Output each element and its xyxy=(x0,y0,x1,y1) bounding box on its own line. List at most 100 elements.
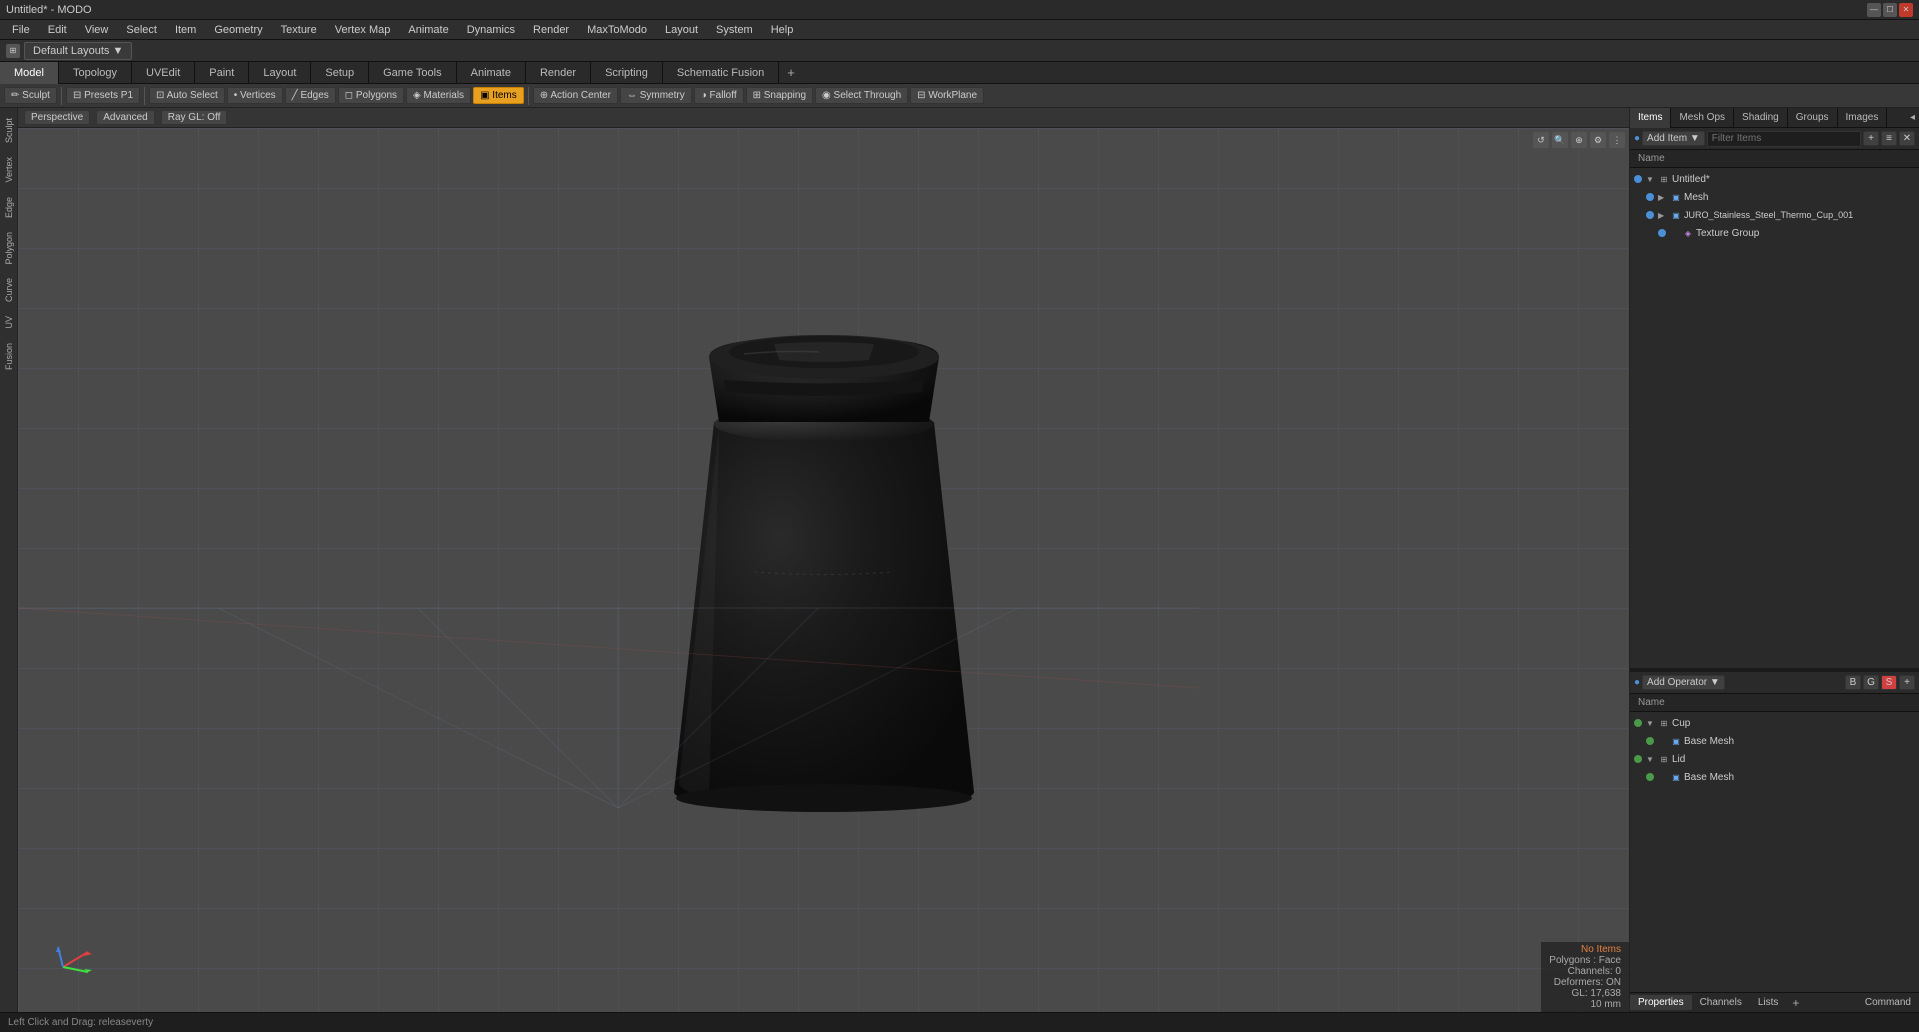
sidebar-tab-vertex[interactable]: Vertex xyxy=(2,151,16,189)
lr-tree-item-lid[interactable]: ▼ ⊞ Lid xyxy=(1630,750,1919,768)
tab-scripting[interactable]: Scripting xyxy=(591,62,663,84)
materials-button[interactable]: ◈ Materials xyxy=(406,87,471,104)
menu-help[interactable]: Help xyxy=(763,22,802,38)
menu-select[interactable]: Select xyxy=(118,22,165,38)
menu-geometry[interactable]: Geometry xyxy=(206,22,270,38)
menu-animate[interactable]: Animate xyxy=(400,22,456,38)
tab-topology[interactable]: Topology xyxy=(59,62,132,84)
expand-arrow-untitled[interactable]: ▼ xyxy=(1646,175,1656,184)
menu-view[interactable]: View xyxy=(77,22,117,38)
lr-expand-cup[interactable]: ▼ xyxy=(1646,719,1656,728)
minimize-button[interactable]: — xyxy=(1867,3,1881,17)
panel-collapse-icon[interactable]: ◂ xyxy=(1910,112,1915,123)
add-item-button[interactable]: Add Item ▼ xyxy=(1642,131,1705,146)
items-panel: ● Add Item ▼ + ≡ ✕ Name ▼ ⊞ Untitled* xyxy=(1630,128,1919,668)
maximize-button[interactable]: ☐ xyxy=(1883,3,1897,17)
sidebar-tab-sculpt[interactable]: Sculpt xyxy=(2,112,16,149)
tab-uvedit[interactable]: UVEdit xyxy=(132,62,195,84)
filter-items-input[interactable] xyxy=(1707,131,1861,147)
tree-item-juro[interactable]: ▶ ▣ JURO_Stainless_Steel_Thermo_Cup_001 xyxy=(1642,206,1919,224)
lr-tree[interactable]: ▼ ⊞ Cup ▶ ▣ Base Mesh ▼ ⊞ Lid xyxy=(1630,712,1919,992)
tree-item-mesh[interactable]: ▶ ▣ Mesh xyxy=(1642,188,1919,206)
presets-button[interactable]: ⊟ Presets P1 xyxy=(66,87,140,104)
titlebar: Untitled* - MODO — ☐ ✕ xyxy=(0,0,1919,20)
tab-layout[interactable]: Layout xyxy=(249,62,311,84)
lr-b-icon-btn[interactable]: B xyxy=(1845,675,1861,690)
menu-system[interactable]: System xyxy=(708,22,761,38)
items-tree[interactable]: ▼ ⊞ Untitled* ▶ ▣ Mesh ▶ ▣ JURO_Stainles… xyxy=(1630,168,1919,668)
workplane-button[interactable]: ⊟ WorkPlane xyxy=(910,87,984,104)
status-no-items: No Items xyxy=(1549,944,1621,955)
rt-tab-items[interactable]: Items xyxy=(1630,108,1671,128)
br-tab-properties[interactable]: Properties xyxy=(1630,995,1692,1010)
tab-render[interactable]: Render xyxy=(526,62,591,84)
menu-render[interactable]: Render xyxy=(525,22,577,38)
tab-schematic-fusion[interactable]: Schematic Fusion xyxy=(663,62,779,84)
br-tab-lists[interactable]: Lists xyxy=(1750,995,1787,1010)
sculpt-button[interactable]: ✏ Sculpt xyxy=(4,87,57,104)
lr-tree-item-lid-base-mesh[interactable]: ▶ ▣ Base Mesh xyxy=(1642,768,1919,786)
menu-texture[interactable]: Texture xyxy=(273,22,325,38)
falloff-button[interactable]: ◑ Falloff xyxy=(694,87,744,104)
tab-game-tools[interactable]: Game Tools xyxy=(369,62,457,84)
close-button[interactable]: ✕ xyxy=(1899,3,1913,17)
edges-button[interactable]: ╱ Edges xyxy=(285,87,336,104)
menu-maxtomodo[interactable]: MaxToModo xyxy=(579,22,655,38)
menu-dynamics[interactable]: Dynamics xyxy=(459,22,523,38)
vp-type-btn[interactable]: Perspective xyxy=(24,110,90,125)
br-tab-channels[interactable]: Channels xyxy=(1692,995,1750,1010)
sidebar-tab-fusion[interactable]: Fusion xyxy=(2,337,16,376)
vp-zoom-btn[interactable]: 🔍 xyxy=(1552,132,1568,148)
menu-vertex-map[interactable]: Vertex Map xyxy=(327,22,399,38)
items-add-icon-btn[interactable]: + xyxy=(1863,131,1879,146)
rt-tab-images[interactable]: Images xyxy=(1838,108,1888,128)
vp-rotate-btn[interactable]: ↺ xyxy=(1533,132,1549,148)
symmetry-button[interactable]: ⇔ Symmetry xyxy=(620,87,692,104)
add-operator-button[interactable]: Add Operator ▼ xyxy=(1642,675,1725,690)
sidebar-tab-uv[interactable]: UV xyxy=(2,310,16,335)
auto-select-button[interactable]: ⊡ Auto Select xyxy=(149,87,225,104)
menu-layout[interactable]: Layout xyxy=(657,22,706,38)
expand-arrow-juro[interactable]: ▶ xyxy=(1658,211,1668,220)
layout-dropdown[interactable]: Default Layouts ▼ xyxy=(24,42,132,60)
lr-g-icon-btn[interactable]: G xyxy=(1863,675,1879,690)
tab-model[interactable]: Model xyxy=(0,62,59,84)
vp-fit-btn[interactable]: ⊕ xyxy=(1571,132,1587,148)
tab-setup[interactable]: Setup xyxy=(311,62,369,84)
lr-s-icon-btn[interactable]: S xyxy=(1881,675,1897,690)
lr-tree-item-cup[interactable]: ▼ ⊞ Cup xyxy=(1630,714,1919,732)
tab-animate[interactable]: Animate xyxy=(457,62,526,84)
rt-tab-groups[interactable]: Groups xyxy=(1788,108,1838,128)
items-list-icon-btn[interactable]: ≡ xyxy=(1881,131,1897,146)
viewport-canvas[interactable]: ↺ 🔍 ⊕ ⚙ ⋮ No Items Polygons : Face Chann… xyxy=(18,128,1629,1012)
lr-add-icon-btn[interactable]: + xyxy=(1899,675,1915,690)
vp-shader-btn[interactable]: Advanced xyxy=(96,110,154,125)
vp-raygl-btn[interactable]: Ray GL: Off xyxy=(161,110,228,125)
items-button[interactable]: ▣ Items xyxy=(473,87,524,104)
tree-item-untitled[interactable]: ▼ ⊞ Untitled* xyxy=(1630,170,1919,188)
lr-tree-item-cup-base-mesh[interactable]: ▶ ▣ Base Mesh xyxy=(1642,732,1919,750)
vp-settings-btn[interactable]: ⚙ xyxy=(1590,132,1606,148)
sidebar-tab-curve[interactable]: Curve xyxy=(2,272,16,308)
select-through-button[interactable]: ◉ Select Through xyxy=(815,87,908,104)
menu-edit[interactable]: Edit xyxy=(40,22,75,38)
rt-tab-mesh-ops[interactable]: Mesh Ops xyxy=(1671,108,1734,128)
vertices-button[interactable]: • Vertices xyxy=(227,87,283,104)
menu-item[interactable]: Item xyxy=(167,22,204,38)
add-mode-tab-button[interactable]: + xyxy=(779,62,803,83)
sidebar-tab-edge[interactable]: Edge xyxy=(2,191,16,224)
sidebar-tab-polygon[interactable]: Polygon xyxy=(2,226,16,271)
expand-arrow-mesh[interactable]: ▶ xyxy=(1658,193,1668,202)
rt-tab-shading[interactable]: Shading xyxy=(1734,108,1788,128)
items-close-icon-btn[interactable]: ✕ xyxy=(1899,131,1915,146)
viewport[interactable]: Perspective Advanced Ray GL: Off xyxy=(18,108,1629,1012)
lr-expand-lid[interactable]: ▼ xyxy=(1646,755,1656,764)
menu-file[interactable]: File xyxy=(4,22,38,38)
snapping-button[interactable]: ⊞ Snapping xyxy=(746,87,813,104)
polygons-button[interactable]: ◻ Polygons xyxy=(338,87,404,104)
tree-item-texture-group[interactable]: ▶ ◈ Texture Group xyxy=(1654,224,1919,242)
br-tab-add[interactable]: + xyxy=(1786,994,1805,1012)
action-center-button[interactable]: ⊕ Action Center xyxy=(533,87,618,104)
tab-paint[interactable]: Paint xyxy=(195,62,249,84)
vp-more-btn[interactable]: ⋮ xyxy=(1609,132,1625,148)
